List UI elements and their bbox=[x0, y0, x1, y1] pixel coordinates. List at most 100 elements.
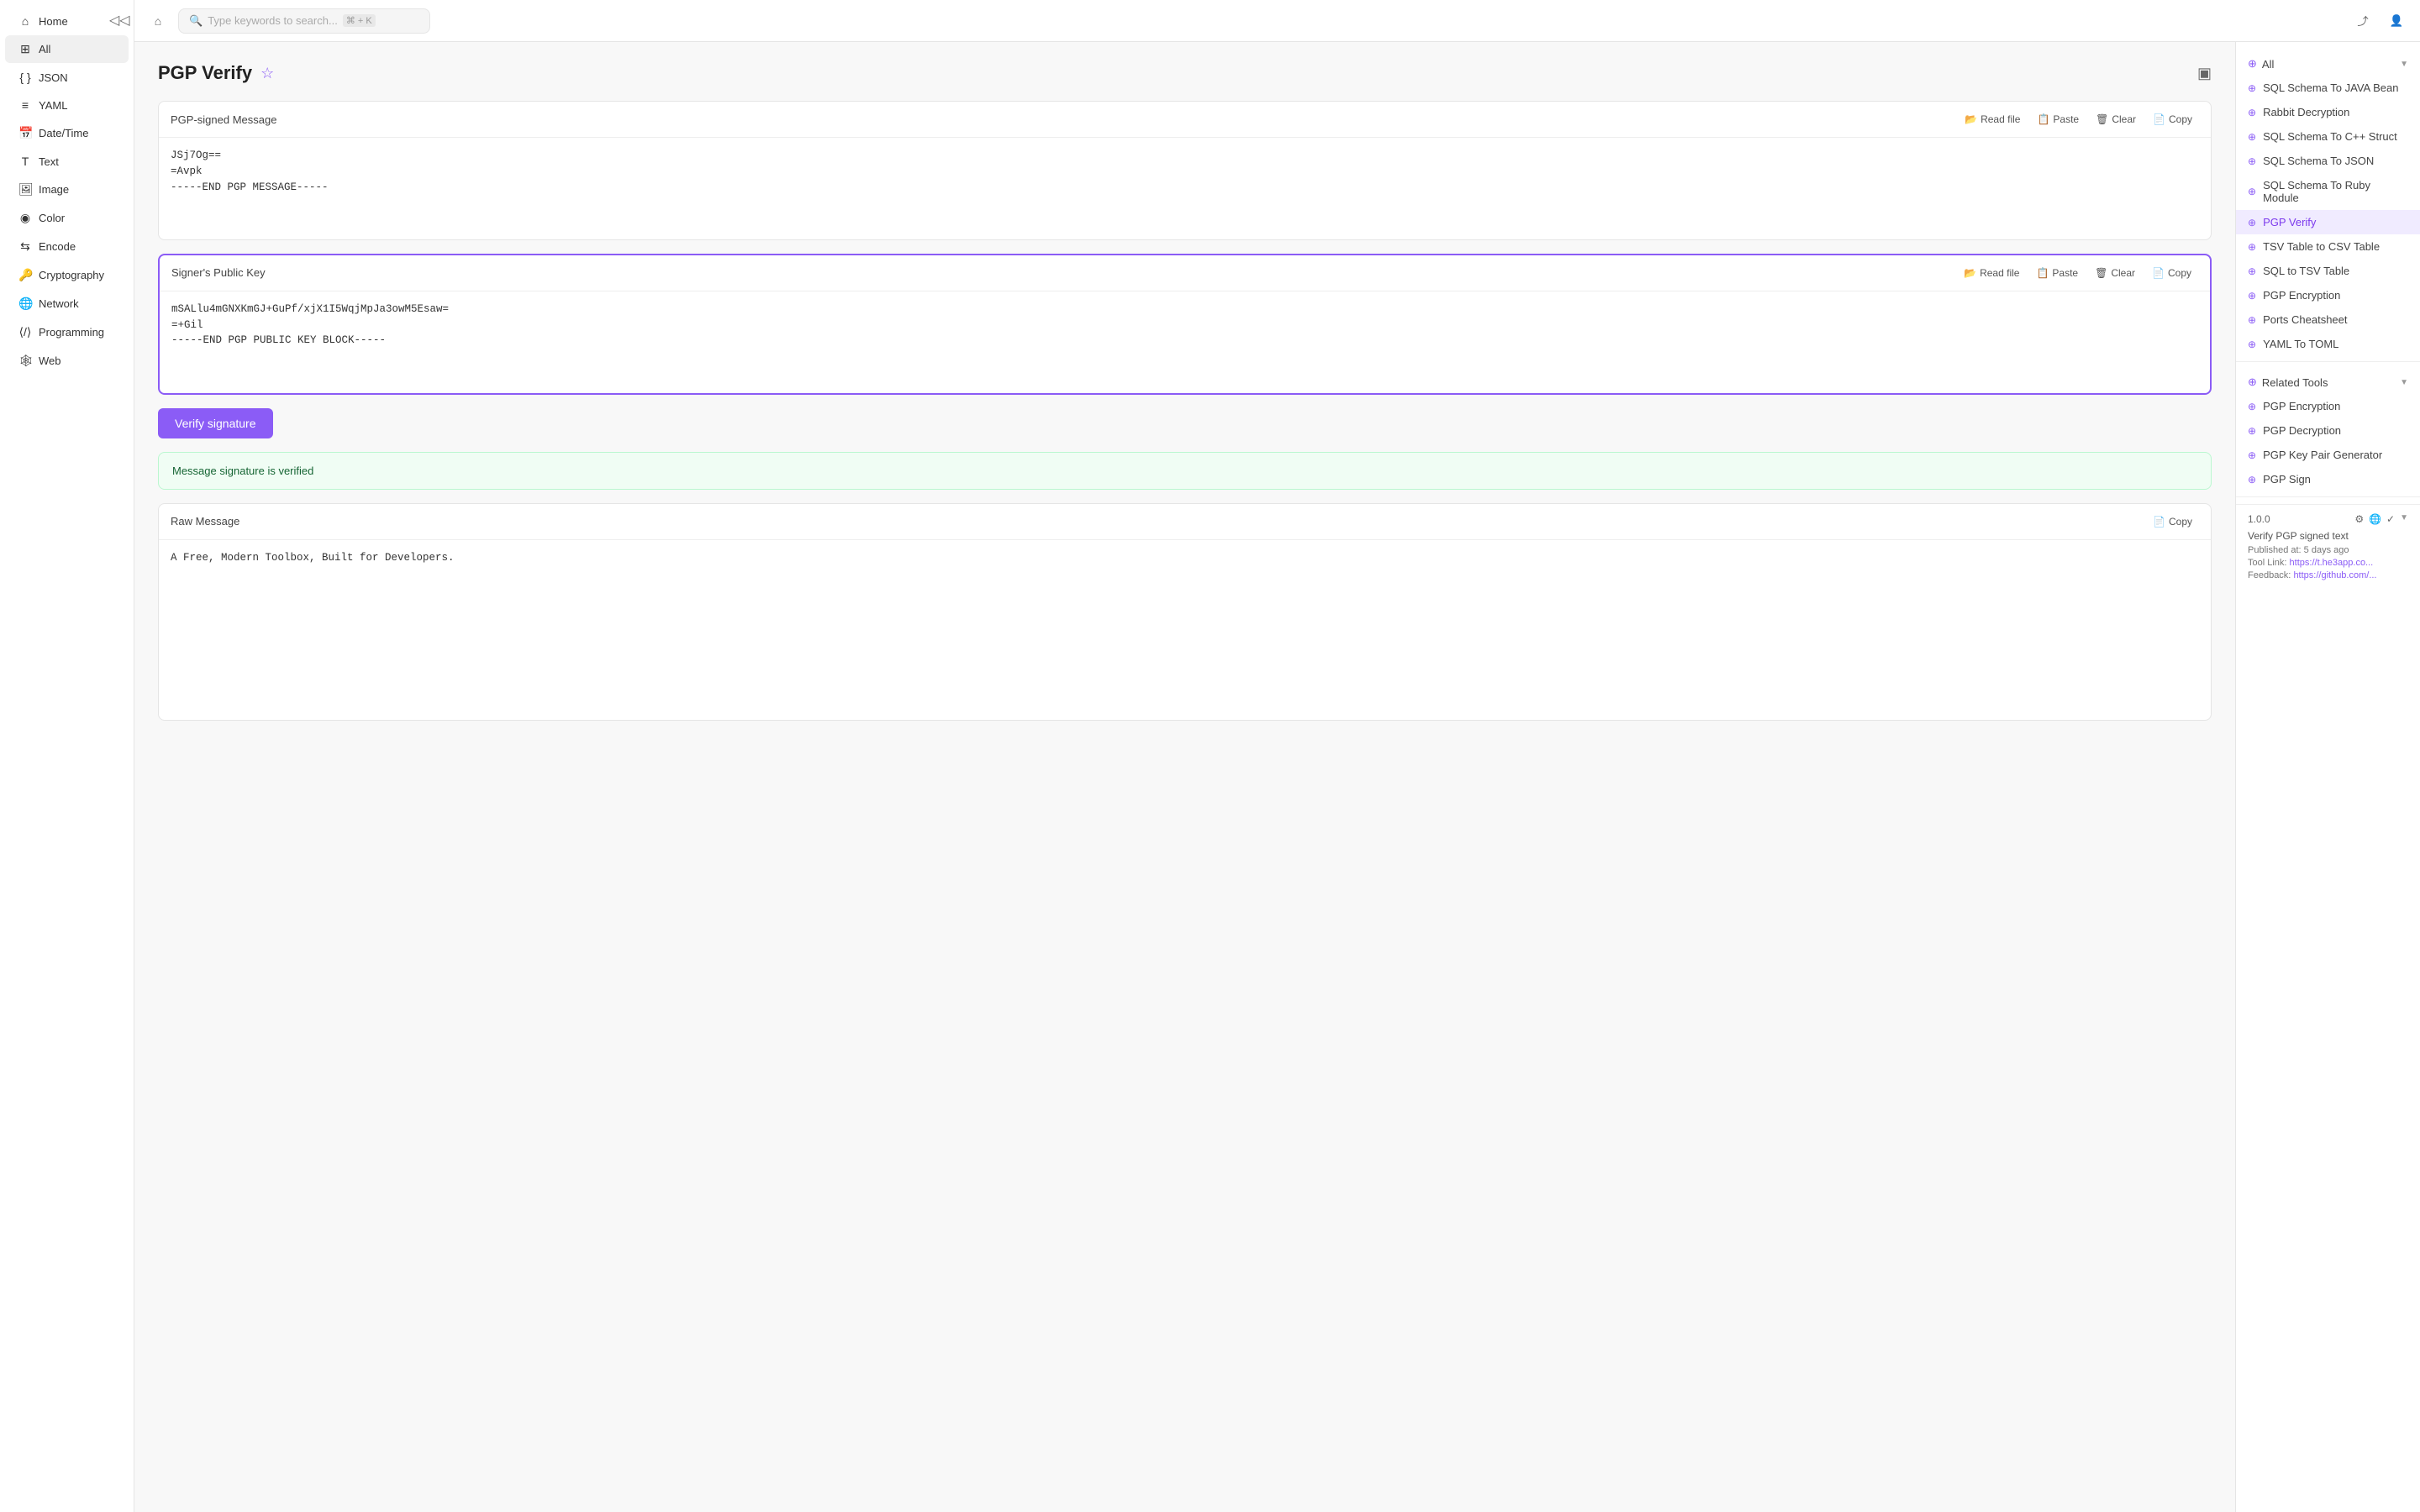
related-item[interactable]: ⊕PGP Key Pair Generator bbox=[2236, 443, 2420, 467]
signer-key-header: Signer's Public Key 📂 Read file 📋 Paste … bbox=[160, 255, 2210, 291]
signer-paste-icon: 📋 bbox=[2036, 267, 2049, 279]
all-section: ⊕ All ▼ ⊕SQL Schema To JAVA Bean⊕Rabbit … bbox=[2236, 49, 2420, 356]
content-area: PGP Verify ☆ ▣ PGP-signed Message 📂 Read… bbox=[134, 42, 2420, 1512]
sidebar-label-datetime: Date/Time bbox=[39, 127, 88, 139]
tool-link[interactable]: https://t.he3app.co... bbox=[2290, 558, 2374, 568]
all-item[interactable]: ⊕ YAML To TOML bbox=[2236, 332, 2420, 356]
sidebar-item-datetime[interactable]: 📅Date/Time bbox=[5, 119, 129, 147]
related-item-icon: ⊕ bbox=[2248, 449, 2256, 461]
all-item[interactable]: ⊕SQL Schema To JAVA Bean bbox=[2236, 76, 2420, 100]
all-item[interactable]: ⊕SQL to TSV Table bbox=[2236, 259, 2420, 283]
all-item-label: Rabbit Decryption bbox=[2263, 106, 2349, 118]
user-button[interactable]: 👤 bbox=[2383, 8, 2410, 34]
signer-read-file[interactable]: 📂 Read file bbox=[1957, 264, 2026, 282]
all-item-label: YAML To TOML bbox=[2263, 338, 2338, 350]
version-desc: Verify PGP signed text bbox=[2248, 530, 2408, 542]
signer-copy-icon: 📄 bbox=[2152, 267, 2165, 279]
signer-paste[interactable]: 📋 Paste bbox=[2029, 264, 2085, 282]
all-item[interactable]: ⊕PGP Verify bbox=[2236, 210, 2420, 234]
verify-button[interactable]: Verify signature bbox=[158, 408, 273, 438]
sidebar-icon-encode: ⇆ bbox=[18, 239, 32, 254]
pgp-message-clear[interactable]: 🗑 Clear bbox=[2089, 110, 2143, 129]
sidebar-toggle[interactable]: ◁◁ bbox=[109, 12, 130, 29]
sidebar-item-yaml[interactable]: ≡YAML bbox=[5, 92, 129, 118]
raw-message-actions: 📄 Copy bbox=[2146, 512, 2199, 531]
version-icon-1[interactable]: ⚙ bbox=[2354, 513, 2364, 525]
raw-message-label: Raw Message bbox=[171, 515, 239, 528]
sidebar-item-text[interactable]: TText bbox=[5, 148, 129, 175]
sidebar-item-network[interactable]: 🌐Network bbox=[5, 290, 129, 318]
signer-copy[interactable]: 📄 Copy bbox=[2145, 264, 2198, 282]
sidebar-label-image: Image bbox=[39, 183, 69, 196]
home-button[interactable]: ⌂ bbox=[145, 8, 171, 34]
all-item[interactable]: ⊕SQL Schema To JSON bbox=[2236, 149, 2420, 173]
favorite-icon[interactable]: ☆ bbox=[260, 65, 274, 82]
feedback-link[interactable]: https://github.com/... bbox=[2293, 570, 2376, 580]
pgp-message-input[interactable]: JSj7Og== =Avpk -----END PGP MESSAGE----- bbox=[159, 138, 2211, 237]
all-item-label: Ports Cheatsheet bbox=[2263, 313, 2347, 326]
version-icon-3[interactable]: ✓ bbox=[2386, 513, 2395, 525]
sidebar-item-image[interactable]: 🖼Image bbox=[5, 176, 129, 203]
related-item[interactable]: ⊕PGP Encryption bbox=[2236, 394, 2420, 418]
signer-key-actions: 📂 Read file 📋 Paste 🗑 Clear 📄 bbox=[1957, 264, 2198, 282]
related-items-list: ⊕PGP Encryption⊕PGP Decryption⊕PGP Key P… bbox=[2236, 394, 2420, 491]
pgp-message-read-file[interactable]: 📂 Read file bbox=[1958, 110, 2027, 129]
sidebar-icon-home: ⌂ bbox=[18, 14, 32, 28]
pgp-message-paste[interactable]: 📋 Paste bbox=[2030, 110, 2086, 129]
related-item-icon: ⊕ bbox=[2248, 474, 2256, 486]
sidebar-icon-web: 🕸 bbox=[18, 354, 32, 368]
search-box[interactable]: 🔍 Type keywords to search... ⌘ + K bbox=[178, 8, 430, 34]
share-button[interactable]: ⤴ bbox=[2349, 8, 2376, 34]
all-item-icon: ⊕ bbox=[2248, 339, 2256, 350]
read-file-icon: 📂 bbox=[1965, 113, 1977, 125]
signer-key-input[interactable]: mSALlu4mGNXKmGJ+GuPf/xjX1I5WqjMpJa3owM5E… bbox=[160, 291, 2210, 391]
sidebar-item-encode[interactable]: ⇆Encode bbox=[5, 233, 129, 260]
sidebar-label-text: Text bbox=[39, 155, 59, 168]
related-item[interactable]: ⊕PGP Sign bbox=[2236, 467, 2420, 491]
sidebar-label-cryptography: Cryptography bbox=[39, 269, 104, 281]
version-label: 1.0.0 bbox=[2248, 513, 2270, 525]
related-item-label: PGP Encryption bbox=[2263, 400, 2340, 412]
all-item[interactable]: ⊕TSV Table to CSV Table bbox=[2236, 234, 2420, 259]
signer-clear[interactable]: 🗑 Clear bbox=[2088, 264, 2142, 282]
all-item[interactable]: ⊕PGP Encryption bbox=[2236, 283, 2420, 307]
sidebar-item-all[interactable]: ⊞All bbox=[5, 35, 129, 63]
sidebar-item-color[interactable]: ◉Color bbox=[5, 204, 129, 232]
version-icons: ⚙ 🌐 ✓ ▼ bbox=[2354, 513, 2408, 525]
all-item[interactable]: ⊕Ports Cheatsheet bbox=[2236, 307, 2420, 332]
version-icon-2[interactable]: 🌐 bbox=[2369, 513, 2381, 525]
related-section-header[interactable]: ⊕ Related Tools ▼ bbox=[2236, 367, 2420, 394]
page-title: PGP Verify bbox=[158, 62, 252, 84]
raw-message-copy[interactable]: 📄 Copy bbox=[2146, 512, 2199, 531]
related-section-icon: ⊕ bbox=[2248, 375, 2257, 389]
related-item[interactable]: ⊕PGP Decryption bbox=[2236, 418, 2420, 443]
sidebar-item-cryptography[interactable]: 🔑Cryptography bbox=[5, 261, 129, 289]
layout-icon[interactable]: ▣ bbox=[2197, 65, 2212, 82]
sidebar: ◁◁ ⌂Home⊞All{ }JSON≡YAML📅Date/TimeTText🖼… bbox=[0, 0, 134, 1512]
topbar: ⌂ 🔍 Type keywords to search... ⌘ + K ⤴ 👤 bbox=[134, 0, 2420, 42]
copy-icon: 📄 bbox=[2153, 113, 2165, 125]
all-item-icon: ⊕ bbox=[2248, 241, 2256, 253]
result-message: Message signature is verified bbox=[172, 465, 313, 477]
right-sidebar: ⊕ All ▼ ⊕SQL Schema To JAVA Bean⊕Rabbit … bbox=[2235, 42, 2420, 1512]
all-item-icon: ⊕ bbox=[2248, 186, 2256, 197]
sidebar-item-programming[interactable]: ⟨/⟩Programming bbox=[5, 318, 129, 346]
pgp-message-label: PGP-signed Message bbox=[171, 113, 276, 126]
raw-message-input[interactable]: A Free, Modern Toolbox, Built for Develo… bbox=[159, 540, 2211, 718]
sidebar-divider-2 bbox=[2236, 496, 2420, 497]
all-item[interactable]: ⊕SQL Schema To Ruby Module bbox=[2236, 173, 2420, 210]
raw-message-header: Raw Message 📄 Copy bbox=[159, 504, 2211, 540]
related-section: ⊕ Related Tools ▼ ⊕PGP Encryption⊕PGP De… bbox=[2236, 367, 2420, 491]
main-area: ⌂ 🔍 Type keywords to search... ⌘ + K ⤴ 👤… bbox=[134, 0, 2420, 1512]
all-item[interactable]: ⊕SQL Schema To C++ Struct bbox=[2236, 124, 2420, 149]
sidebar-item-json[interactable]: { }JSON bbox=[5, 64, 129, 91]
all-section-header[interactable]: ⊕ All ▼ bbox=[2236, 49, 2420, 76]
raw-copy-label: Copy bbox=[2169, 516, 2192, 528]
copy-label: Copy bbox=[2169, 113, 2192, 125]
sidebar-item-web[interactable]: 🕸Web bbox=[5, 347, 129, 375]
all-item-icon: ⊕ bbox=[2248, 265, 2256, 277]
version-section: 1.0.0 ⚙ 🌐 ✓ ▼ Verify PGP signed text Pub… bbox=[2236, 504, 2420, 591]
all-item[interactable]: ⊕Rabbit Decryption bbox=[2236, 100, 2420, 124]
pgp-message-copy[interactable]: 📄 Copy bbox=[2146, 110, 2199, 129]
version-feedback-row: Feedback: https://github.com/... bbox=[2248, 570, 2408, 580]
